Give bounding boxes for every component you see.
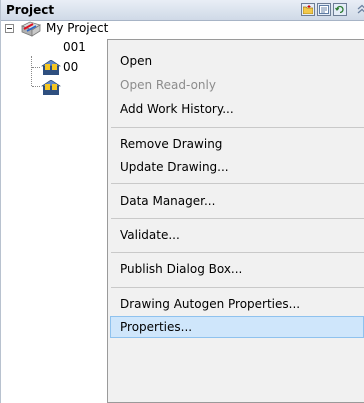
menu-separator: [111, 127, 364, 128]
add-item-icon[interactable]: [317, 3, 331, 16]
menu-separator: [111, 252, 364, 253]
new-folder-icon[interactable]: [301, 3, 315, 16]
menu-item-data-manager[interactable]: Data Manager...: [110, 190, 364, 212]
drawing-icon: [41, 59, 61, 79]
menu-item-remove-drawing[interactable]: Remove Drawing: [110, 133, 364, 155]
tree-item-label[interactable]: 00: [63, 60, 78, 74]
chevron-up-icon[interactable]: [357, 3, 364, 17]
menu-item-open-read-only: Open Read-only: [120, 78, 216, 92]
menu-item-update-drawing[interactable]: Update Drawing...: [110, 156, 364, 178]
project-icon: [20, 20, 42, 41]
menu-item-validate[interactable]: Validate...: [110, 224, 364, 246]
panel-header: Project: [1, 0, 364, 21]
menu-separator: [111, 218, 364, 219]
tree-root-label[interactable]: My Project: [46, 21, 108, 35]
menu-item-drawing-autogen-properties[interactable]: Drawing Autogen Properties...: [110, 293, 364, 315]
collapse-toggle[interactable]: [5, 24, 14, 33]
drawing-icon: [41, 79, 61, 99]
refresh-icon[interactable]: [333, 3, 347, 16]
tree-item-label[interactable]: 001: [63, 40, 86, 54]
menu-item-open[interactable]: Open: [110, 50, 364, 72]
context-menu: Open Open Read-only Add Work History... …: [107, 39, 364, 403]
menu-separator: [111, 287, 364, 288]
menu-item-add-work-history[interactable]: Add Work History...: [110, 98, 364, 120]
tree-connector: [32, 67, 40, 68]
menu-item-publish-dialog-box[interactable]: Publish Dialog Box...: [110, 258, 364, 280]
tree-connector: [31, 56, 32, 86]
tree-connector: [32, 86, 40, 87]
menu-separator: [111, 183, 364, 184]
panel-title: Project: [6, 3, 55, 17]
menu-item-properties[interactable]: Properties...: [110, 316, 364, 338]
